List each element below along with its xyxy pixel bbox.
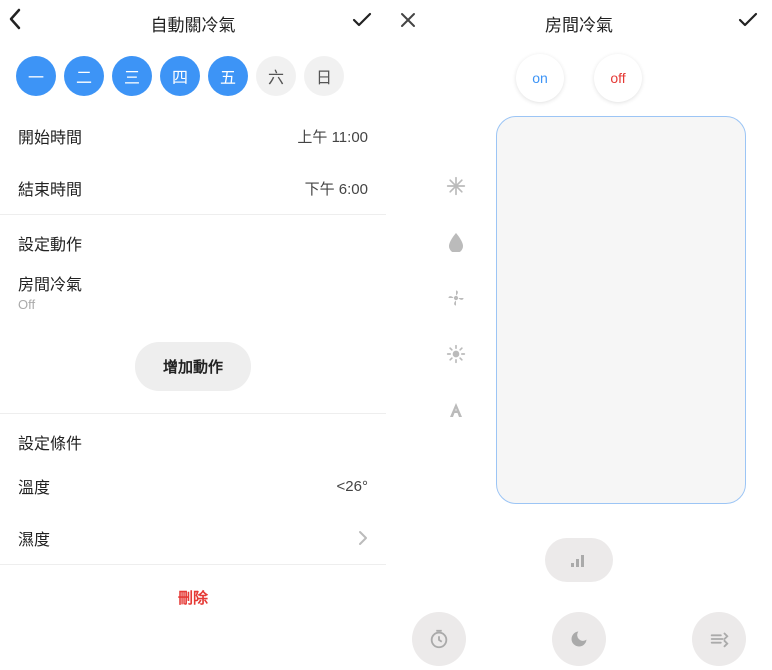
day-sat[interactable]: 六 [256, 56, 296, 96]
sun-icon[interactable] [446, 344, 466, 364]
add-action-button[interactable]: 增加動作 [135, 342, 251, 391]
temperature-label: 溫度 [18, 474, 50, 498]
bottom-controls [386, 530, 772, 670]
temperature-row[interactable]: 溫度 <26° [0, 460, 386, 512]
timer-button[interactable] [412, 612, 466, 666]
start-time-row[interactable]: 開始時間 上午 11:00 [0, 110, 386, 162]
sleep-button[interactable] [552, 612, 606, 666]
start-time-value: 上午 11:00 [297, 126, 368, 147]
swing-button[interactable] [692, 612, 746, 666]
header: 自動關冷氣 [0, 0, 386, 46]
humidity-label: 濕度 [18, 526, 50, 550]
droplet-icon[interactable] [446, 232, 466, 252]
day-mon[interactable]: 一 [16, 56, 56, 96]
day-tue[interactable]: 二 [64, 56, 104, 96]
auto-icon[interactable] [446, 400, 466, 420]
temperature-value: <26° [337, 478, 368, 495]
back-button[interactable] [8, 8, 22, 30]
ac-control-screen: 房間冷氣 on off [386, 0, 772, 670]
delete-button[interactable]: 刪除 [0, 565, 386, 630]
power-on-button[interactable]: on [516, 54, 564, 102]
power-off-button[interactable]: off [594, 54, 642, 102]
day-selector: 一 二 三 四 五 六 日 [0, 46, 386, 110]
mode-icons [446, 176, 466, 420]
fan-icon[interactable] [446, 288, 466, 308]
actions-header: 設定動作 [0, 215, 386, 261]
day-thu[interactable]: 四 [160, 56, 200, 96]
page-title: 自動關冷氣 [151, 11, 236, 36]
confirm-button[interactable] [738, 12, 758, 28]
snowflake-icon[interactable] [446, 176, 466, 196]
display-panel [496, 116, 746, 504]
end-time-value: 下午 6:00 [305, 178, 368, 199]
day-sun[interactable]: 日 [304, 56, 344, 96]
end-time-row[interactable]: 結束時間 下午 6:00 [0, 162, 386, 214]
schedule-screen: 自動關冷氣 一 二 三 四 五 六 日 開始時間 上午 11:00 結束時間 下… [0, 0, 386, 670]
page-title: 房間冷氣 [545, 11, 613, 36]
device-action-row[interactable]: 房間冷氣 Off [0, 261, 386, 328]
power-toggle: on off [386, 46, 772, 116]
confirm-button[interactable] [352, 12, 372, 28]
header: 房間冷氣 [386, 0, 772, 46]
day-fri[interactable]: 五 [208, 56, 248, 96]
close-button[interactable] [400, 12, 416, 28]
device-state: Off [18, 297, 368, 312]
day-wed[interactable]: 三 [112, 56, 152, 96]
end-time-label: 結束時間 [18, 176, 82, 200]
ac-body [386, 116, 772, 546]
start-time-label: 開始時間 [18, 124, 82, 148]
conditions-header: 設定條件 [0, 414, 386, 460]
chevron-right-icon [358, 530, 368, 546]
device-name: 房間冷氣 [18, 271, 368, 295]
fan-speed-button[interactable] [545, 538, 613, 582]
humidity-row[interactable]: 濕度 [0, 512, 386, 564]
